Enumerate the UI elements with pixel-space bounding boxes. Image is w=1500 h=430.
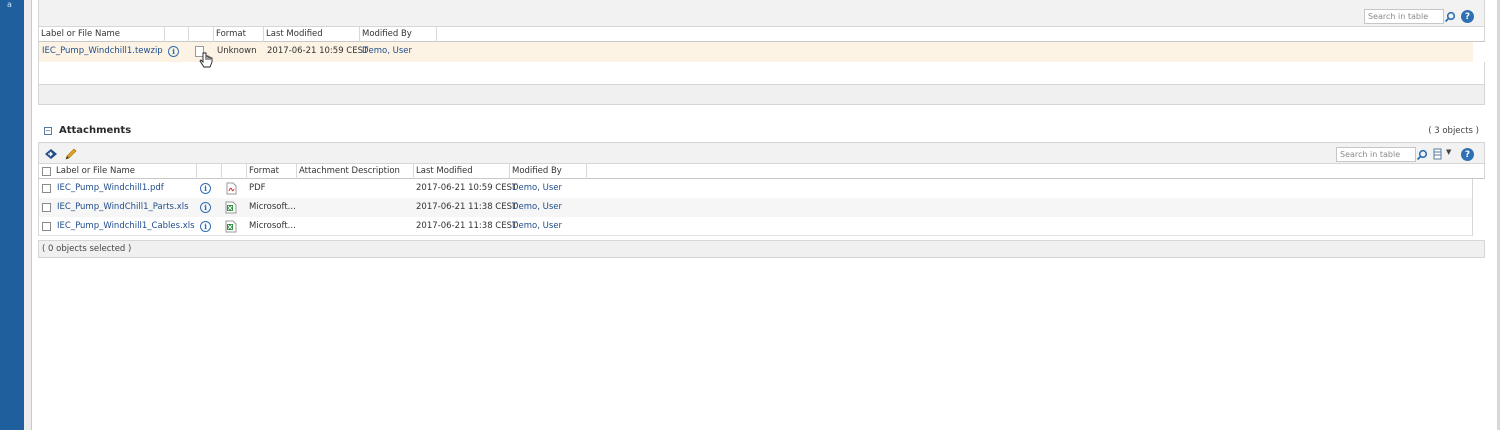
row-checkbox[interactable]: [42, 184, 51, 193]
selection-status: ( 0 objects selected ): [38, 240, 1485, 258]
format-value: Microsoft...: [249, 221, 296, 231]
file-name-link[interactable]: IEC_Pump_Windchill1_Cables.xls: [57, 217, 195, 236]
help-icon[interactable]: ?: [1461, 148, 1474, 161]
file-name-link[interactable]: IEC_Pump_WindChill1_Parts.xls: [57, 198, 189, 217]
column-header-format[interactable]: Format: [214, 27, 264, 42]
column-header-format[interactable]: Format: [247, 164, 297, 179]
format-value: PDF: [249, 183, 266, 193]
last-modified-value: 2017-06-21 11:38 CEST: [416, 202, 518, 212]
row-checkbox[interactable]: [42, 222, 51, 231]
column-header-description[interactable]: Attachment Description: [297, 164, 414, 179]
left-navigation-rail: a: [0, 0, 24, 430]
primary-table-toolbar: Search in table ?: [38, 0, 1485, 27]
table-row[interactable]: IEC_Pump_Windchill1_Cables.xls i Microso…: [38, 217, 1473, 236]
table-row[interactable]: IEC_Pump_Windchill1.pdf i PDF 2017-06-21…: [38, 179, 1473, 198]
column-header-last-modified[interactable]: Last Modified: [414, 164, 510, 179]
collapse-toggle-icon[interactable]: −: [44, 127, 52, 135]
info-icon[interactable]: i: [200, 202, 211, 213]
primary-content-panel: Search in table ? Label or File Name For…: [38, 0, 1485, 105]
column-header-label[interactable]: Label or File Name: [54, 164, 197, 179]
column-header-info[interactable]: [165, 27, 189, 42]
pencil-icon[interactable]: [64, 147, 78, 161]
column-header-last-modified[interactable]: Last Modified: [264, 27, 360, 42]
column-header-type[interactable]: [189, 27, 214, 42]
search-icon[interactable]: [1443, 10, 1457, 24]
select-all-checkbox[interactable]: [42, 167, 51, 176]
attachments-table-header: Label or File Name Format Attachment Des…: [38, 164, 1485, 179]
file-name-link[interactable]: IEC_Pump_Windchill1.pdf: [57, 179, 164, 198]
table-row[interactable]: IEC_Pump_Windchill1.tewzip i Unknown 201…: [38, 42, 1473, 68]
modified-by-link[interactable]: Demo, User: [512, 198, 562, 217]
last-modified-value: 2017-06-21 11:38 CEST: [416, 221, 518, 231]
last-modified-value: 2017-06-21 10:59 CEST: [416, 183, 518, 193]
object-count: ( 3 objects ): [1428, 126, 1479, 136]
modified-by-link[interactable]: Demo, User: [512, 217, 562, 236]
pdf-icon[interactable]: [226, 182, 237, 195]
search-icon[interactable]: [1415, 148, 1429, 162]
format-value: Microsoft...: [249, 202, 296, 212]
file-name-link[interactable]: IEC_Pump_Windchill1.tewzip: [42, 42, 163, 61]
column-header-modified-by[interactable]: Modified By: [510, 164, 587, 179]
attachments-header: − Attachments ( 3 objects ): [38, 125, 1485, 139]
table-row[interactable]: IEC_Pump_WindChill1_Parts.xls i Microsof…: [38, 198, 1473, 217]
attachments-toolbar: Search in table ▼ ?: [38, 142, 1485, 164]
excel-icon[interactable]: [225, 201, 237, 214]
left-gutter: [24, 0, 32, 430]
attachments-panel: Search in table ▼ ? Label or File Name F…: [38, 142, 1485, 258]
hand-cursor-icon: [199, 52, 213, 68]
column-view-icon[interactable]: [1433, 148, 1443, 160]
column-header-label[interactable]: Label or File Name: [39, 27, 165, 42]
primary-search-input[interactable]: Search in table: [1364, 9, 1444, 24]
edit-attachments-icon[interactable]: [44, 148, 58, 160]
primary-table-footer: [38, 84, 1485, 105]
info-icon[interactable]: i: [200, 183, 211, 194]
row-checkbox[interactable]: [42, 203, 51, 212]
info-icon[interactable]: i: [168, 46, 179, 57]
format-value: Unknown: [217, 46, 257, 56]
last-modified-value: 2017-06-21 10:59 CEST: [267, 46, 369, 56]
modified-by-link[interactable]: Demo, User: [512, 179, 562, 198]
help-icon[interactable]: ?: [1461, 10, 1474, 23]
excel-icon[interactable]: [225, 220, 237, 233]
rail-glyph: a: [7, 0, 12, 9]
column-header-type[interactable]: [222, 164, 247, 179]
attachments-search-input[interactable]: Search in table: [1336, 147, 1416, 162]
section-title: Attachments: [59, 125, 132, 136]
primary-table-header: Label or File Name Format Last Modified …: [38, 27, 1485, 42]
modified-by-link[interactable]: Demo, User: [362, 42, 412, 61]
table-empty-area: [38, 62, 1485, 84]
chevron-down-icon[interactable]: ▼: [1446, 148, 1451, 156]
column-header-modified-by[interactable]: Modified By: [360, 27, 437, 42]
info-icon[interactable]: i: [200, 221, 211, 232]
column-header-info[interactable]: [197, 164, 222, 179]
